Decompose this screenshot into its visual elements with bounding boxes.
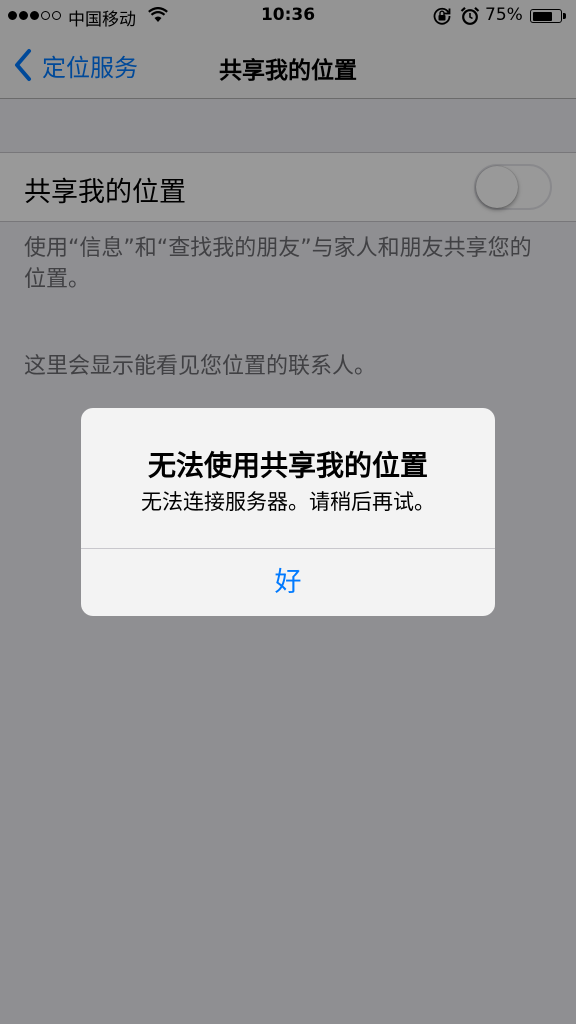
alert-title: 无法使用共享我的位置: [147, 449, 428, 482]
alert-message: 无法连接服务器。请稍后再试。: [141, 490, 435, 514]
alert-dialog: 无法使用共享我的位置 无法连接服务器。请稍后再试。 好: [81, 408, 495, 616]
alert-ok-button[interactable]: 好: [81, 549, 495, 616]
